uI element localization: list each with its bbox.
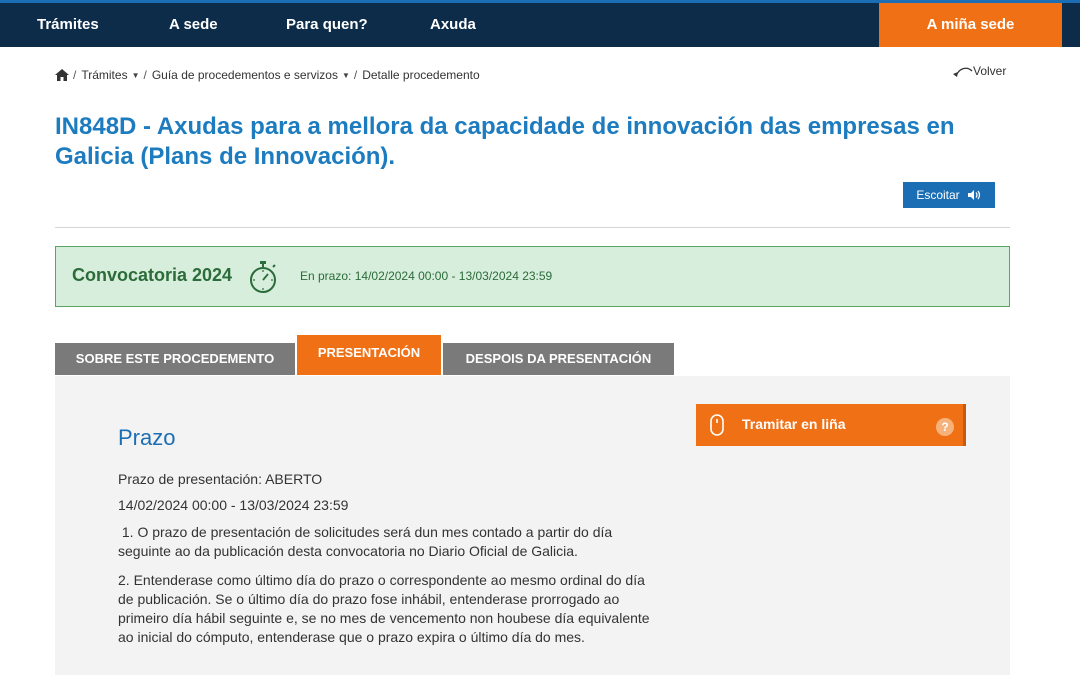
- main-navbar: Trámites A sede Para quen? Axuda A miña …: [0, 3, 1080, 47]
- convocatoria-status-label: En prazo:: [300, 269, 352, 283]
- back-label: Volver: [973, 64, 1007, 78]
- page-title: IN848D - Axudas para a mellora da capaci…: [55, 113, 955, 170]
- breadcrumb-separator: /: [73, 68, 77, 82]
- breadcrumb-item-current: Detalle procedemento: [362, 68, 480, 82]
- mouse-icon: [710, 414, 724, 436]
- deadline-range: 14/02/2024 00:00 - 13/03/2024 23:59: [118, 497, 349, 513]
- chevron-down-icon[interactable]: ▼: [132, 71, 140, 80]
- back-link[interactable]: Volver: [953, 64, 1006, 78]
- paragraph-2-line-1: 2. Entenderase como último día do prazo …: [118, 572, 645, 588]
- paragraph-1-line-1: 1. O prazo de presentación de solicitude…: [118, 524, 613, 540]
- tramitar-online-button[interactable]: Tramitar en liña ?: [696, 404, 966, 446]
- tab-despois-presentacion[interactable]: DESPOIS DA PRESENTACIÓN: [443, 343, 674, 375]
- nav-item-a-sede[interactable]: A sede: [169, 3, 218, 47]
- tab-sobre-procedemento[interactable]: SOBRE ESTE PROCEDEMENTO: [55, 343, 295, 375]
- paragraph-2-line-4: ao inicial do cómputo, entenderase que o…: [118, 629, 585, 645]
- paragraph-2-line-2: de publicación. Se o último día do prazo…: [118, 591, 620, 607]
- breadcrumb-item-tramites[interactable]: Trámites: [81, 68, 127, 82]
- nav-item-para-quen[interactable]: Para quen?: [286, 3, 368, 47]
- stopwatch-icon: [246, 260, 280, 294]
- convocatoria-range: 14/02/2024 00:00 - 13/03/2024 23:59: [354, 269, 553, 283]
- listen-button[interactable]: Escoitar: [903, 182, 995, 208]
- paragraph-2-line-3: primeiro día hábil seguinte e, se no mes…: [118, 610, 650, 626]
- tab-presentacion[interactable]: PRESENTACIÓN: [297, 335, 441, 375]
- breadcrumb-separator: /: [143, 68, 147, 82]
- back-arrow-icon: [953, 65, 973, 77]
- breadcrumb-item-guia[interactable]: Guía de procedementos e servizos: [152, 68, 338, 82]
- breadcrumb-separator: /: [353, 68, 358, 82]
- tramitar-label: Tramitar en liña: [742, 416, 846, 432]
- nav-item-axuda[interactable]: Axuda: [430, 3, 476, 47]
- chevron-down-icon[interactable]: ▼: [342, 71, 350, 80]
- convocatoria-box: Convocatoria 2024 En prazo: 14/02/2024 0…: [55, 246, 1010, 307]
- speaker-icon: [967, 190, 982, 200]
- deadline-status: Prazo de presentación: ABERTO: [118, 471, 323, 487]
- divider: [55, 227, 1010, 228]
- convocatoria-status: En prazo: 14/02/2024 00:00 - 13/03/2024 …: [300, 269, 552, 283]
- listen-label: Escoitar: [916, 188, 960, 202]
- nav-item-tramites[interactable]: Trámites: [37, 3, 99, 47]
- section-heading: Prazo: [118, 425, 176, 450]
- convocatoria-title: Convocatoria 2024: [72, 265, 233, 285]
- paragraph-1-line-2: seguinte ao da publicación desta convoca…: [118, 543, 578, 559]
- my-site-button[interactable]: A miña sede: [879, 3, 1062, 47]
- help-icon[interactable]: ?: [936, 418, 954, 436]
- breadcrumb: / Trámites ▼ / Guía de procedementos e s…: [55, 66, 480, 84]
- home-icon[interactable]: [55, 69, 69, 81]
